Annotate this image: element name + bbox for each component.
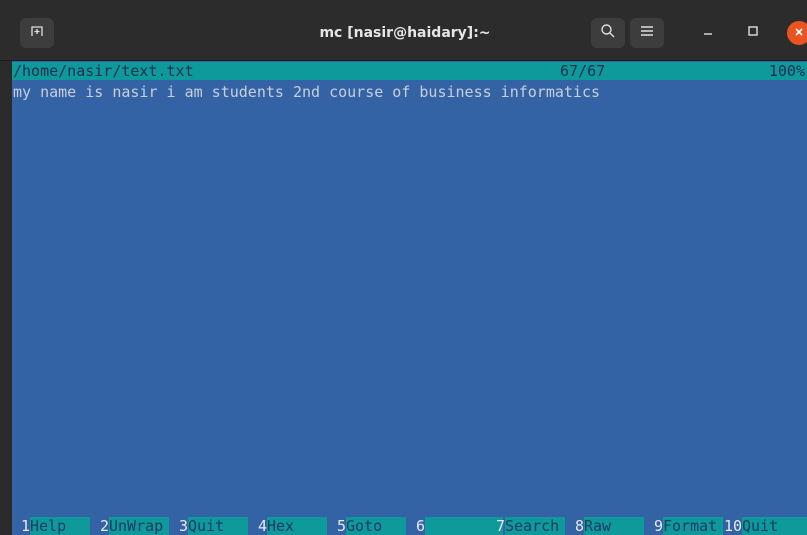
fkey-number: 9 (653, 517, 663, 535)
hamburger-menu-icon (640, 24, 654, 42)
fkey-goto[interactable]: 5 Goto (328, 517, 406, 535)
fkey-number: 3 (178, 517, 188, 535)
new-tab-button[interactable] (20, 18, 54, 48)
search-icon (600, 23, 616, 44)
title-bar: mc [nasir@haidary]:~ (0, 0, 807, 61)
file-position: 67/67 (560, 62, 606, 80)
search-button[interactable] (591, 18, 625, 48)
new-tab-icon (30, 24, 44, 43)
fkey-raw[interactable]: 8 Raw (566, 517, 644, 535)
fkey-number: 8 (574, 517, 584, 535)
fkey-search[interactable]: 7 Search (487, 517, 565, 535)
window-title: mc [nasir@haidary]:~ (319, 25, 491, 41)
close-button[interactable] (787, 21, 807, 45)
fkey-number: 6 (415, 517, 425, 535)
viewer-status-bar: /home/nasir/text.txt 67/67 100% (12, 62, 807, 80)
fkey-label: Format (663, 517, 723, 535)
fkey-unwrap[interactable]: 2 UnWrap (91, 517, 169, 535)
fkey-number: 2 (99, 517, 109, 535)
menu-button[interactable] (630, 18, 664, 48)
fkey-number: 5 (336, 517, 346, 535)
terminal-window: mc [nasir@haidary]:~ /home/nasir/text.tx… (0, 0, 807, 535)
fkey-label: UnWrap (109, 517, 169, 535)
fkey-label: Search (505, 517, 565, 535)
fkey-number: 7 (495, 517, 505, 535)
maximize-icon (747, 24, 759, 42)
maximize-button[interactable] (741, 21, 765, 45)
fkey-number: 4 (257, 517, 267, 535)
fkey-format[interactable]: 9 Format (645, 517, 723, 535)
fkey-number: 10 (724, 517, 743, 535)
close-icon (794, 24, 804, 42)
fkey-label: Hex (267, 517, 327, 535)
fkey-help[interactable]: 1 Help (12, 517, 90, 535)
file-path: /home/nasir/text.txt (13, 62, 194, 80)
fkey-label: Quit (742, 517, 807, 535)
fkey-quit-10[interactable]: 10 Quit (724, 517, 807, 535)
minimize-button[interactable] (696, 21, 720, 45)
fkey-hex[interactable]: 4 Hex (249, 517, 327, 535)
fkey-label: Goto (346, 517, 406, 535)
fkey-label: Raw (584, 517, 644, 535)
minimize-icon (702, 24, 714, 42)
fkey-quit[interactable]: 3 Quit (170, 517, 248, 535)
terminal-area[interactable]: /home/nasir/text.txt 67/67 100% my name … (12, 61, 807, 535)
function-key-bar: 1 Help 2 UnWrap 3 Quit 4 Hex 5 Goto 6 7 … (12, 517, 807, 535)
fkey-label: Quit (188, 517, 248, 535)
file-content-line: my name is nasir i am students 2nd cours… (13, 83, 600, 101)
fkey-number: 1 (20, 517, 30, 535)
file-percent: 100% (768, 62, 805, 80)
fkey-label: Help (30, 517, 90, 535)
